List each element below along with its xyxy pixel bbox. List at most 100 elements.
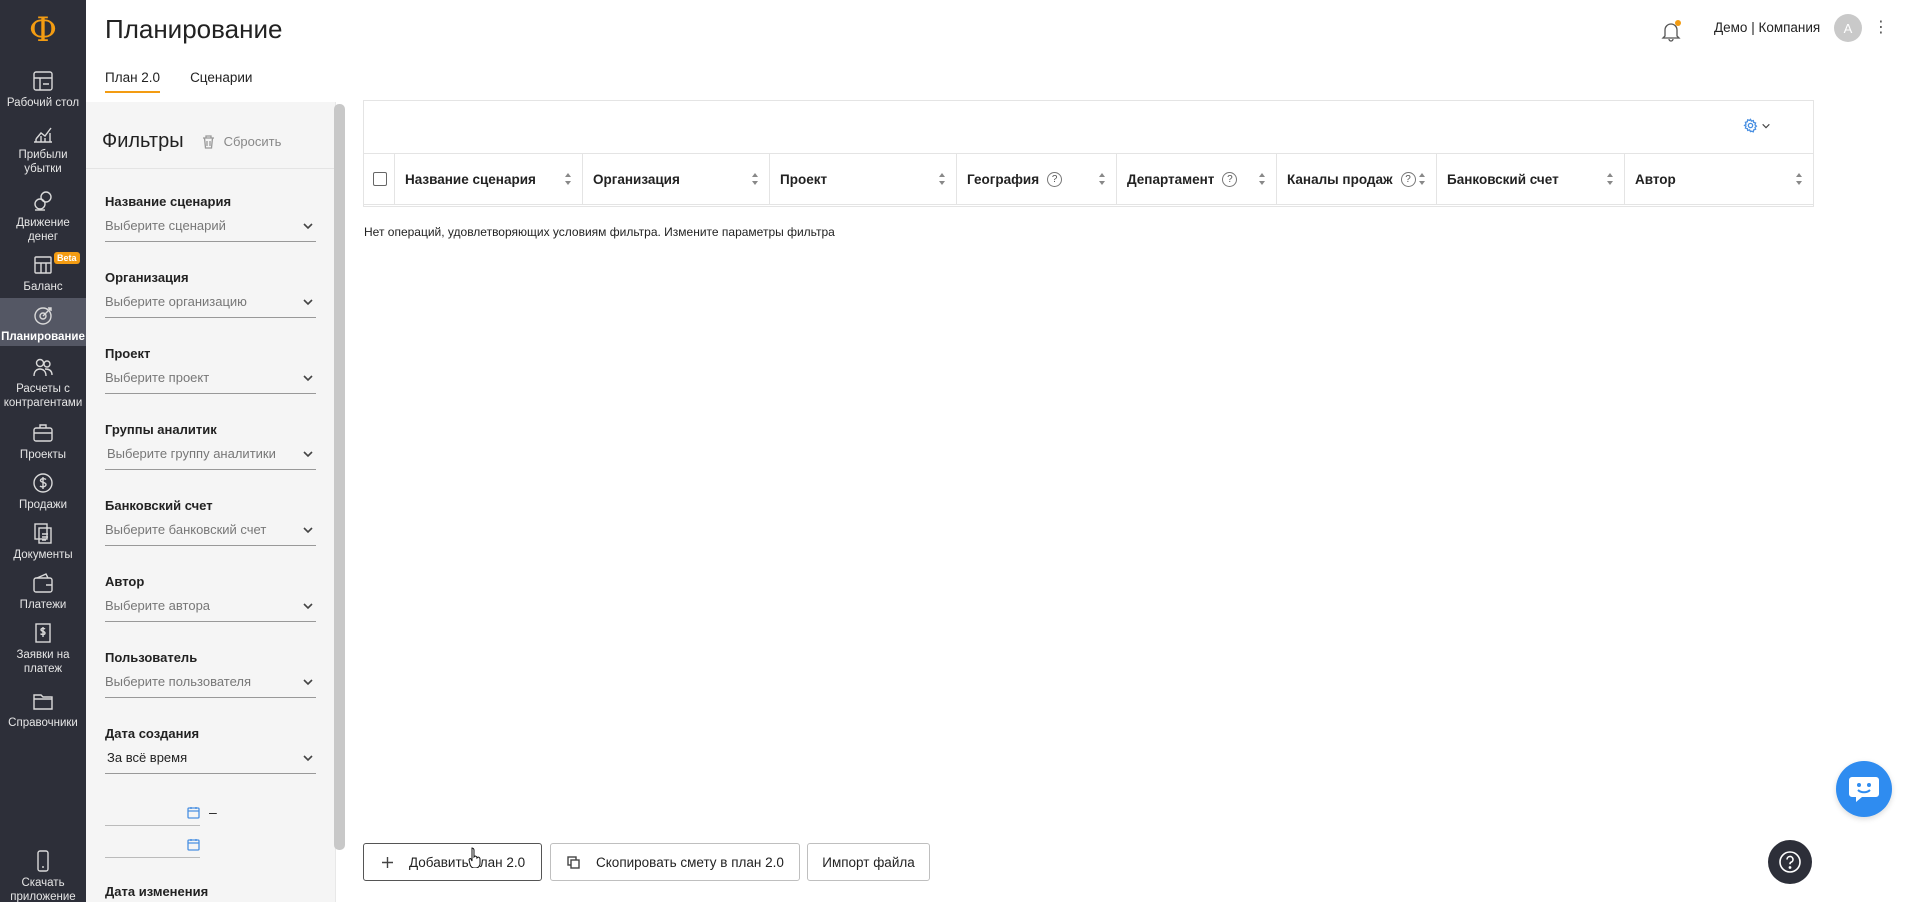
sidebar-item-payments[interactable]: Платежи (0, 572, 86, 612)
sort-icon (1099, 173, 1105, 185)
chevron-down-icon (1762, 123, 1770, 128)
filters-scrollbar[interactable] (334, 104, 345, 850)
help-icon[interactable]: ? (1222, 171, 1238, 187)
date-range-separator: – (209, 804, 217, 820)
sidebar-item-cashflow[interactable]: Движение денег (0, 190, 86, 244)
sort-icon (1259, 173, 1265, 185)
sort-icon (565, 173, 571, 185)
import-file-button[interactable]: Импорт файла (807, 843, 930, 881)
select-all-cell (364, 154, 395, 204)
help-icon[interactable]: ? (1400, 171, 1416, 187)
chat-widget-button[interactable] (1836, 761, 1892, 817)
copy-estimate-button[interactable]: Скопировать смету в план 2.0 (550, 843, 800, 881)
analytics-group-select[interactable]: Выберите группу аналитики (105, 444, 316, 470)
main-sidebar: Ф Рабочий стол Прибыли убытки Движение д… (0, 0, 86, 902)
app-logo[interactable]: Ф (0, 8, 86, 52)
download-app-label: Скачать приложение (10, 877, 76, 902)
filter-label: Автор (105, 574, 145, 589)
filter-organization: Организация Выберите организацию (105, 270, 316, 318)
sidebar-item-projects[interactable]: Проекты (0, 422, 86, 462)
reset-label: Сбросить (223, 134, 282, 149)
company-switcher[interactable]: Демо | Компания (1714, 20, 1820, 35)
column-scenario-name[interactable]: Название сценария (395, 154, 583, 204)
select-placeholder: Выберите сценарий (105, 218, 226, 233)
chevron-down-icon (303, 755, 313, 762)
filter-analytics-groups: Группы аналитик Выберите группу аналитик… (105, 422, 316, 470)
add-plan-button[interactable]: Добавить план 2.0 (363, 843, 542, 881)
user-avatar[interactable]: А (1834, 14, 1862, 42)
sidebar-item-documents[interactable]: Документы (0, 522, 86, 562)
trash-icon (202, 134, 214, 149)
filters-title: Фильтры (102, 130, 184, 152)
column-label: География (967, 171, 1040, 187)
sidebar-item-balance[interactable]: Beta Баланс (0, 252, 86, 294)
date-to-input[interactable] (105, 834, 200, 858)
empty-state-message: Нет операций, удовлетворяющих условиям ф… (364, 225, 835, 239)
author-select[interactable]: Выберите автора (105, 596, 316, 622)
created-period-select[interactable]: За всё время (105, 748, 316, 774)
sidebar-item-label: Продажи (18, 499, 68, 511)
more-menu-icon[interactable]: ⋮ (1873, 18, 1889, 38)
profit-chart-icon (34, 127, 52, 143)
filter-label: Название сценария (105, 194, 232, 209)
calendar-icon (187, 839, 200, 851)
column-label: Название сценария (405, 171, 536, 187)
tab-plan-2[interactable]: План 2.0 (105, 70, 161, 93)
sidebar-item-dashboard[interactable]: Рабочий стол (0, 70, 86, 110)
sidebar-item-profit[interactable]: Прибыли убытки (0, 122, 86, 176)
filter-user: Пользователь Выберите пользователя (105, 650, 316, 698)
filter-bank-account: Банковский счет Выберите банковский счет (105, 498, 316, 546)
scenario-select[interactable]: Выберите сценарий (105, 216, 316, 242)
filter-project: Проект Выберите проект (105, 346, 316, 394)
column-label: Департамент (1127, 171, 1215, 187)
phone-icon (37, 850, 49, 872)
sidebar-item-label: Справочники (8, 717, 78, 729)
column-geography[interactable]: География? (957, 154, 1117, 204)
filter-created-date: Дата создания За всё время (105, 726, 316, 774)
documents-icon (34, 523, 52, 544)
column-project[interactable]: Проект (770, 154, 957, 204)
sort-icon (1607, 173, 1613, 185)
filter-scenario: Название сценария Выберите сценарий (105, 194, 316, 242)
filter-label: Проект (105, 346, 151, 361)
column-department[interactable]: Департамент? (1117, 154, 1277, 204)
sidebar-item-label: Документы (13, 549, 73, 561)
chat-bot-icon (1849, 777, 1879, 802)
sidebar-item-planning[interactable]: Планирование (0, 298, 86, 346)
sidebar-item-partners[interactable]: Расчеты с контрагентами (0, 356, 86, 410)
select-placeholder: Выберите банковский счет (105, 522, 267, 537)
select-placeholder: Выберите организацию (105, 294, 247, 309)
sidebar-item-label: Баланс (23, 281, 63, 293)
user-select[interactable]: Выберите пользователя (105, 672, 316, 698)
sidebar-item-references[interactable]: Справочники (0, 690, 86, 730)
project-select[interactable]: Выберите проект (105, 368, 316, 394)
help-icon[interactable]: ? (1047, 171, 1063, 187)
column-label: Автор (1635, 171, 1676, 187)
sort-icon (752, 173, 758, 185)
calendar-icon (187, 807, 200, 819)
question-icon (1779, 851, 1801, 873)
chevron-down-icon (303, 603, 313, 610)
column-organization[interactable]: Организация (583, 154, 770, 204)
partners-icon (33, 358, 53, 377)
column-label: Организация (593, 171, 680, 187)
chevron-down-icon (303, 299, 313, 306)
sidebar-item-label: Движение денег (16, 217, 70, 243)
table-settings-button[interactable] (1743, 118, 1771, 133)
sidebar-item-sales[interactable]: Продажи (0, 472, 86, 512)
reset-filters-button[interactable]: Сбросить (202, 134, 282, 149)
sidebar-item-payment-requests[interactable]: Заявки на платеж (0, 622, 86, 676)
organization-select[interactable]: Выберите организацию (105, 292, 316, 318)
tab-scenarios[interactable]: Сценарии (190, 70, 252, 93)
column-sales-channels[interactable]: Каналы продаж? (1277, 154, 1437, 204)
help-button[interactable] (1768, 840, 1812, 884)
import-file-label: Импорт файла (822, 854, 915, 870)
date-from-input[interactable] (105, 802, 200, 826)
bank-account-select[interactable]: Выберите банковский счет (105, 520, 316, 546)
filters-header: Фильтры Сбросить (102, 130, 281, 153)
select-placeholder: Выберите автора (105, 598, 211, 613)
column-bank-account[interactable]: Банковский счет (1437, 154, 1625, 204)
download-app-link[interactable]: Скачать приложение (0, 850, 86, 902)
column-author[interactable]: Автор (1625, 154, 1813, 204)
select-all-checkbox[interactable] (373, 172, 387, 186)
